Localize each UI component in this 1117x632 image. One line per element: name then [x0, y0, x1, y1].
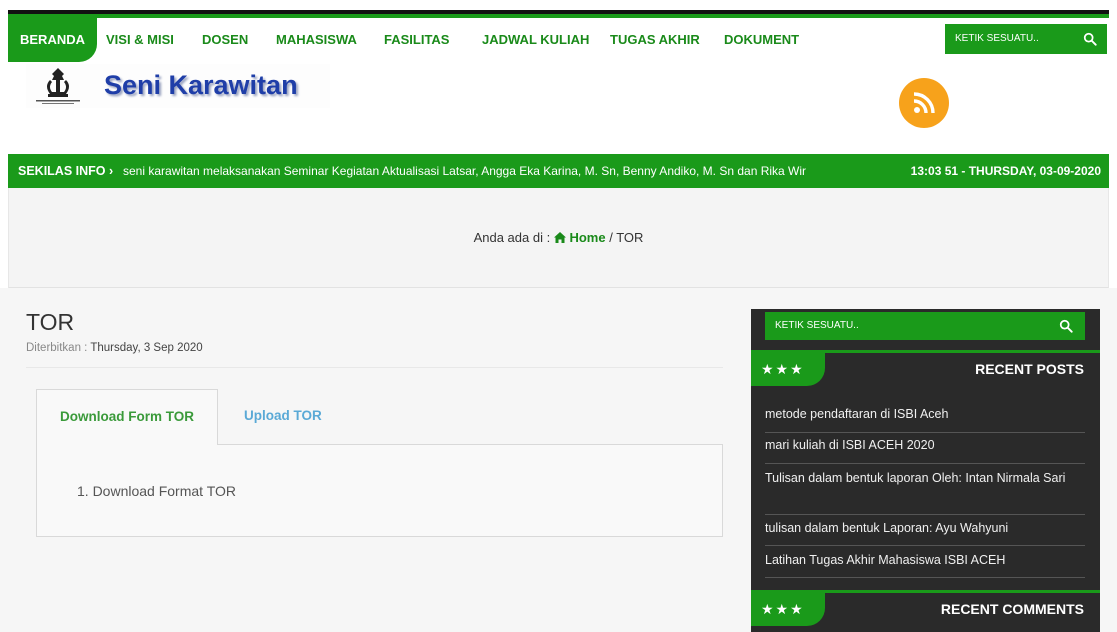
recent-post-item[interactable]: mari kuliah di ISBI ACEH 2020 [765, 436, 1085, 464]
nav-item-dokument[interactable]: DOKUMENT [724, 18, 799, 62]
published-label: Diterbitkan : [26, 342, 88, 354]
star-icon: ★★★ [751, 353, 825, 386]
download-format-tor-link[interactable]: 1. Download Format TOR [77, 483, 236, 499]
sidebar-search[interactable]: KETIK SESUATU.. [765, 312, 1085, 340]
breadcrumb-home-link[interactable]: Home [569, 230, 605, 245]
divider [26, 367, 723, 368]
recent-post-item[interactable]: metode pendaftaran di ISBI Aceh [765, 405, 1085, 433]
published-date: Thursday, 3 Sep 2020 [90, 342, 203, 354]
recent-comments-header: ★★★ RECENT COMMENTS [751, 590, 1100, 626]
home-icon [553, 232, 566, 243]
search-icon[interactable] [1059, 319, 1073, 333]
nav-item-beranda[interactable]: BERANDA [8, 18, 97, 62]
rss-icon [913, 92, 935, 114]
ticker-label: SEKILAS INFO › [18, 164, 114, 178]
ticker-clock: 13:03 51 - THURSDAY, 03-09-2020 [910, 164, 1101, 178]
sidebar: KETIK SESUATU.. ★★★ RECENT POSTS metode … [751, 309, 1100, 632]
recent-post-item[interactable]: Latihan Tugas Akhir Mahasiswa ISBI ACEH [765, 551, 1085, 578]
news-ticker: SEKILAS INFO › seni karawitan melaksanak… [8, 154, 1109, 188]
nav-item-visi-misi[interactable]: VISI & MISI [106, 18, 174, 62]
breadcrumb-separator: / [609, 230, 613, 245]
site-logo[interactable]: Seni Karawitan [26, 64, 330, 108]
tab-download-form-tor[interactable]: Download Form TOR [36, 389, 218, 445]
page-title: TOR [26, 309, 75, 335]
rss-button[interactable] [899, 78, 949, 128]
nav-item-fasilitas[interactable]: FASILITAS [384, 18, 449, 62]
ticker-text[interactable]: seni karawitan melaksanakan Seminar Kegi… [123, 154, 900, 188]
star-icon: ★★★ [751, 593, 825, 626]
header-search-input[interactable]: KETIK SESUATU.. [955, 24, 1039, 54]
nav-item-jadwal-kuliah[interactable]: JADWAL KULIAH [482, 18, 589, 62]
top-bar [8, 10, 1109, 18]
breadcrumb-prefix: Anda ada di : [473, 230, 551, 245]
search-icon[interactable] [1083, 32, 1097, 46]
sidebar-search-input[interactable]: KETIK SESUATU.. [775, 312, 859, 340]
recent-post-item[interactable]: Tulisan dalam bentuk laporan Oleh: Intan… [765, 469, 1085, 515]
breadcrumb-bar: Anda ada di : Home / TOR [8, 188, 1109, 288]
recent-posts-title: RECENT POSTS [975, 361, 1084, 377]
recent-post-item[interactable]: tulisan dalam bentuk Laporan: Ayu Wahyun… [765, 519, 1085, 546]
nav-item-tugas-akhir[interactable]: TUGAS AKHIR [610, 18, 700, 62]
tab-upload-tor[interactable]: Upload TOR [244, 389, 322, 445]
recent-posts-header: ★★★ RECENT POSTS [751, 350, 1100, 386]
institution-emblem-icon [36, 68, 80, 104]
tab-panel: 1. Download Format TOR [36, 444, 723, 537]
main-nav: BERANDA VISI & MISI DOSEN MAHASISWA FASI… [8, 18, 1109, 62]
header-search[interactable]: KETIK SESUATU.. [945, 24, 1107, 54]
recent-comments-title: RECENT COMMENTS [940, 601, 1084, 617]
published-meta: Diterbitkan : Thursday, 3 Sep 2020 [26, 342, 203, 354]
site-title: Seni Karawitan [104, 70, 298, 100]
nav-item-mahasiswa[interactable]: MAHASISWA [276, 18, 357, 62]
breadcrumb-current: TOR [616, 230, 644, 245]
nav-item-dosen[interactable]: DOSEN [202, 18, 248, 62]
breadcrumb: Anda ada di : Home / TOR [9, 230, 1108, 245]
